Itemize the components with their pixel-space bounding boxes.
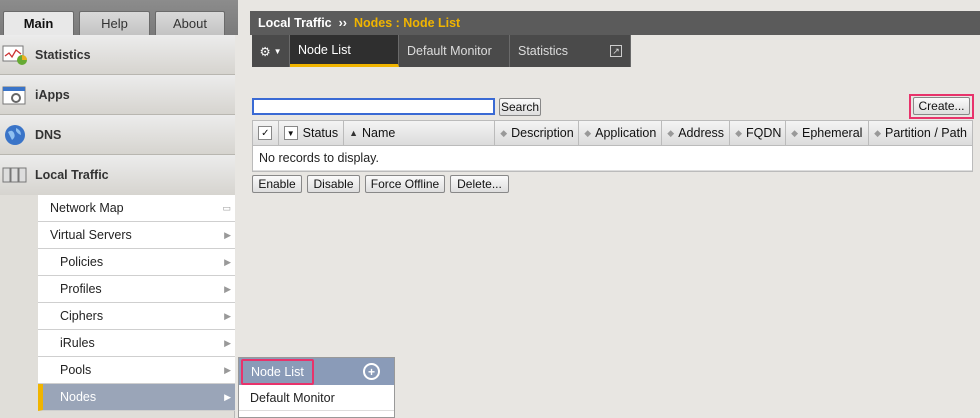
node-list-table: ✓ ▼ Status ▲ Name ◆ Description ◆ Applicatio… xyxy=(252,120,973,172)
sidebar-item-irules[interactable]: iRules ▶ xyxy=(38,330,235,357)
sidebar-section-iapps[interactable]: iApps xyxy=(0,75,235,115)
flyout-header: Node List + xyxy=(239,358,394,385)
column-label: Ephemeral xyxy=(801,126,863,140)
sidebar-item-label: iRules xyxy=(60,336,95,350)
column-fqdn[interactable]: ◆ FQDN xyxy=(730,121,787,145)
sort-icon: ◆ xyxy=(667,127,675,138)
local-traffic-icon xyxy=(2,163,28,187)
chevron-right-icon: ▶ xyxy=(224,256,231,267)
breadcrumb: Local Traffic ›› Nodes : Node List xyxy=(250,11,980,35)
table-header: ✓ ▼ Status ▲ Name ◆ Description ◆ Applicatio… xyxy=(253,121,972,146)
sidebar-item-label: Nodes xyxy=(60,390,97,404)
sidebar-item-network-map[interactable]: Network Map ▭ xyxy=(38,195,235,222)
column-label: Description xyxy=(511,126,574,140)
checkbox-icon: ✓ xyxy=(258,126,273,140)
chevron-right-icon: ▶ xyxy=(224,310,231,321)
chevron-right-icon: ▶ xyxy=(224,391,231,402)
tab-about[interactable]: About xyxy=(155,11,225,35)
tab-main[interactable]: Main xyxy=(3,11,74,35)
sidebar-item-label: Virtual Servers xyxy=(50,228,132,242)
column-description[interactable]: ◆ Description xyxy=(495,121,580,145)
column-status[interactable]: ▼ Status xyxy=(279,121,345,145)
search-button[interactable]: Search xyxy=(499,98,541,116)
chevron-right-icon: ▶ xyxy=(224,337,231,348)
sidebar-section-dns[interactable]: DNS xyxy=(0,115,235,155)
sidebar-item-label: Pools xyxy=(60,363,92,377)
add-icon[interactable]: + xyxy=(363,363,380,380)
column-name[interactable]: ▲ Name xyxy=(344,121,496,145)
caret-down-icon: ▼ xyxy=(273,46,282,56)
sort-icon: ◆ xyxy=(874,127,881,138)
flyout-default-monitor-link[interactable]: Default Monitor xyxy=(239,385,394,411)
external-link-icon: ↗ xyxy=(610,45,622,57)
sidebar-section-label: Local Traffic xyxy=(35,168,109,182)
tab-label: Statistics xyxy=(518,44,569,58)
sidebar-section-local-traffic[interactable]: Local Traffic xyxy=(0,155,235,195)
statistics-icon xyxy=(2,43,28,67)
column-label: FQDN xyxy=(745,126,782,140)
dns-globe-icon xyxy=(2,123,28,147)
column-label: Application xyxy=(595,126,657,140)
sort-icon: ◆ xyxy=(735,127,742,138)
chevron-right-icon: ▶ xyxy=(224,364,231,375)
breadcrumb-separator: ›› xyxy=(338,16,347,30)
tab-statistics[interactable]: Statistics ↗ xyxy=(510,35,631,67)
chevron-right-icon: ▶ xyxy=(224,283,231,294)
tab-help[interactable]: Help xyxy=(79,11,150,35)
column-label: Status xyxy=(302,126,339,140)
sidebar-section-statistics[interactable]: Statistics xyxy=(0,35,235,75)
sidebar-item-pools[interactable]: Pools ▶ xyxy=(38,357,235,384)
column-partition-path[interactable]: ◆ Partition / Path xyxy=(869,121,972,145)
sort-icon: ◆ xyxy=(500,127,508,138)
column-address[interactable]: ◆ Address xyxy=(662,121,731,145)
sidebar-item-policies[interactable]: Policies ▶ xyxy=(38,249,235,276)
sidebar-section-label: DNS xyxy=(35,127,62,142)
gear-menu-button[interactable]: ⚙ ▼ xyxy=(252,35,290,67)
tab-default-monitor[interactable]: Default Monitor xyxy=(399,35,510,67)
create-button[interactable]: Create... xyxy=(913,97,970,115)
subtab-bar: ⚙ ▼ Node List Default Monitor Statistics … xyxy=(250,35,980,67)
gear-icon: ⚙ xyxy=(259,44,271,59)
sidebar-item-profiles[interactable]: Profiles ▶ xyxy=(38,276,235,303)
search-input[interactable] xyxy=(252,98,495,115)
sidebar-item-label: Network Map xyxy=(50,201,124,215)
force-offline-button[interactable]: Force Offline xyxy=(365,175,445,193)
column-label: Partition / Path xyxy=(885,126,967,140)
chevron-right-icon: ▶ xyxy=(224,229,231,240)
local-traffic-subnav: Network Map ▭ Virtual Servers ▶ Policies ▶ … xyxy=(38,195,235,411)
column-application[interactable]: ◆ Application xyxy=(579,121,663,145)
sidebar-item-nodes[interactable]: Nodes ▶ xyxy=(38,384,235,411)
sidebar-item-label: Ciphers xyxy=(60,309,104,323)
sidebar-item-virtual-servers[interactable]: Virtual Servers ▶ xyxy=(38,222,235,249)
delete-button[interactable]: Delete... xyxy=(450,175,509,193)
column-ephemeral[interactable]: ◆ Ephemeral xyxy=(786,121,870,145)
sidebar-section-label: iApps xyxy=(35,87,70,102)
popout-icon: ▭ xyxy=(222,202,231,213)
column-label: Address xyxy=(678,126,725,140)
tab-node-list[interactable]: Node List xyxy=(290,35,399,67)
sidebar-item-label: Profiles xyxy=(60,282,102,296)
sidebar-item-label: Policies xyxy=(60,255,104,269)
empty-message: No records to display. xyxy=(253,146,972,171)
sidebar-item-ciphers[interactable]: Ciphers ▶ xyxy=(38,303,235,330)
page-title: Nodes : Node List xyxy=(353,16,461,30)
sidebar-section-label: Statistics xyxy=(35,47,91,62)
enable-button[interactable]: Enable xyxy=(252,175,302,193)
disable-button[interactable]: Disable xyxy=(307,175,360,193)
flyout-node-list-link[interactable]: Node List xyxy=(241,358,314,385)
iapps-icon xyxy=(2,83,28,107)
select-all-checkbox[interactable]: ✓ xyxy=(253,121,279,145)
breadcrumb-section: Local Traffic xyxy=(258,16,332,30)
sort-icon: ◆ xyxy=(791,127,798,138)
sidebar: Statistics iApps DNS Local Traffic Netwo… xyxy=(0,35,235,418)
top-tab-bar: Main Help About xyxy=(0,0,238,35)
column-label: Name xyxy=(362,126,396,140)
nodes-flyout-menu: Node List + Default Monitor xyxy=(238,357,395,418)
sort-asc-icon: ▲ xyxy=(349,128,359,138)
sort-icon: ◆ xyxy=(584,127,592,138)
dropdown-icon[interactable]: ▼ xyxy=(283,126,298,140)
